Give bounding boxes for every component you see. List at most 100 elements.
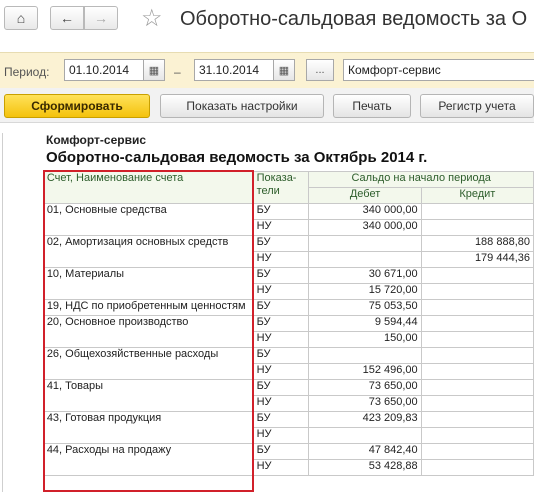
- indicator-cell[interactable]: НУ: [252, 251, 310, 268]
- calendar-icon: ▦: [148, 64, 160, 77]
- indicator-cell[interactable]: НУ: [252, 395, 310, 412]
- date-to-field[interactable]: 31.10.2014: [194, 59, 274, 81]
- report-table: Счет, Наименование счета Показа-тели Сал…: [0, 171, 534, 476]
- window-title: Оборотно-сальдовая ведомость за О: [180, 8, 528, 30]
- debit-cell[interactable]: 75 053,50: [308, 299, 422, 316]
- forward-button[interactable]: →: [84, 6, 118, 30]
- credit-cell[interactable]: [420, 427, 534, 444]
- table-row[interactable]: 26, Общехозяйственные расходы БУ: [0, 347, 534, 380]
- account-cell[interactable]: 44, Расходы на продажу: [42, 443, 254, 476]
- indicator-cell[interactable]: НУ: [252, 331, 310, 348]
- credit-cell[interactable]: 179 444,36: [420, 251, 534, 268]
- credit-cell[interactable]: [420, 299, 534, 316]
- debit-cell[interactable]: [308, 251, 422, 268]
- account-cell[interactable]: 43, Готовая продукция: [42, 411, 254, 444]
- generate-button[interactable]: Сформировать: [4, 94, 150, 118]
- show-settings-button[interactable]: Показать настройки: [160, 94, 324, 118]
- account-cell[interactable]: 26, Общехозяйственные расходы: [42, 347, 254, 380]
- debit-cell[interactable]: [308, 235, 422, 252]
- credit-cell[interactable]: [420, 219, 534, 236]
- credit-cell[interactable]: [420, 459, 534, 476]
- account-cell[interactable]: 19, НДС по приобретенным ценностям: [42, 299, 254, 316]
- indicator-cell[interactable]: БУ: [252, 315, 310, 332]
- table-row[interactable]: 44, Расходы на продажу БУ 47 842,40: [0, 443, 534, 476]
- home-icon: ⌂: [16, 10, 26, 26]
- credit-cell[interactable]: [420, 347, 534, 364]
- period-select-button[interactable]: ...: [306, 59, 334, 81]
- account-register-button[interactable]: Регистр учета: [420, 94, 534, 118]
- debit-cell[interactable]: 73 650,00: [308, 395, 422, 412]
- account-cell[interactable]: 02, Амортизация основных средств: [42, 235, 254, 268]
- credit-cell[interactable]: [420, 315, 534, 332]
- debit-cell[interactable]: 15 720,00: [308, 283, 422, 300]
- header-debit: Дебет: [308, 187, 422, 204]
- header-account: Счет, Наименование счета: [42, 171, 254, 204]
- account-cell[interactable]: 20, Основное производство: [42, 315, 254, 348]
- indicator-cell[interactable]: БУ: [252, 443, 310, 460]
- account-cell[interactable]: 41, Товары: [42, 379, 254, 412]
- debit-cell[interactable]: 340 000,00: [308, 219, 422, 236]
- indicator-cell[interactable]: БУ: [252, 347, 310, 364]
- credit-cell[interactable]: 188 888,80: [420, 235, 534, 252]
- organization-field[interactable]: Комфорт-сервис: [343, 59, 534, 81]
- date-from-field[interactable]: 01.10.2014: [64, 59, 144, 81]
- debit-cell[interactable]: 423 209,83: [308, 411, 422, 428]
- indicator-cell[interactable]: НУ: [252, 283, 310, 300]
- credit-cell[interactable]: [420, 331, 534, 348]
- indicator-cell[interactable]: НУ: [252, 363, 310, 380]
- indicator-cell[interactable]: БУ: [252, 411, 310, 428]
- indicator-cell[interactable]: БУ: [252, 235, 310, 252]
- debit-cell[interactable]: 47 842,40: [308, 443, 422, 460]
- header-credit: Кредит: [420, 187, 534, 204]
- favorite-star-icon[interactable]: ☆: [141, 4, 163, 33]
- table-row[interactable]: 43, Готовая продукция БУ 423 209,83: [0, 411, 534, 444]
- home-button[interactable]: ⌂: [4, 6, 38, 30]
- table-row[interactable]: 10, Материалы БУ 30 671,00: [0, 267, 534, 300]
- indicator-cell[interactable]: БУ: [252, 203, 310, 220]
- period-dash: –: [174, 65, 181, 79]
- debit-cell[interactable]: 9 594,44: [308, 315, 422, 332]
- debit-cell[interactable]: 152 496,00: [308, 363, 422, 380]
- table-row[interactable]: 02, Амортизация основных средств БУ 188 88…: [0, 235, 534, 268]
- report-organization: Комфорт-сервис: [46, 133, 147, 147]
- toolbar: Сформировать Показать настройки Печать Р…: [0, 88, 534, 123]
- debit-cell[interactable]: 53 428,88: [308, 459, 422, 476]
- credit-cell[interactable]: [420, 443, 534, 460]
- indicator-cell[interactable]: НУ: [252, 459, 310, 476]
- account-cell[interactable]: 10, Материалы: [42, 267, 254, 300]
- print-button[interactable]: Печать: [333, 94, 411, 118]
- back-arrow-icon: ←: [60, 10, 74, 26]
- table-row[interactable]: 01, Основные средства БУ 340 000,00: [0, 203, 534, 236]
- credit-cell[interactable]: [420, 379, 534, 396]
- debit-cell[interactable]: 150,00: [308, 331, 422, 348]
- debit-cell[interactable]: [308, 347, 422, 364]
- indicator-cell[interactable]: НУ: [252, 219, 310, 236]
- indicator-cell[interactable]: БУ: [252, 267, 310, 284]
- debit-cell[interactable]: 73 650,00: [308, 379, 422, 396]
- indicator-cell[interactable]: БУ: [252, 379, 310, 396]
- credit-cell[interactable]: [420, 267, 534, 284]
- credit-cell[interactable]: [420, 411, 534, 428]
- title-bar: ⌂ ← → ☆ Оборотно-сальдовая ведомость за …: [0, 0, 534, 44]
- header-opening-balance: Сальдо на начало периода: [308, 171, 534, 188]
- account-cell[interactable]: 01, Основные средства: [42, 203, 254, 236]
- table-row[interactable]: 41, Товары БУ 73 650,00: [0, 379, 534, 412]
- debit-cell[interactable]: 340 000,00: [308, 203, 422, 220]
- table-row[interactable]: 20, Основное производство БУ 9 594,44: [0, 315, 534, 348]
- indicator-cell[interactable]: БУ: [252, 299, 310, 316]
- debit-cell[interactable]: 30 671,00: [308, 267, 422, 284]
- date-to-calendar-button[interactable]: ▦: [273, 59, 295, 81]
- indicator-cell[interactable]: НУ: [252, 427, 310, 444]
- date-from-calendar-button[interactable]: ▦: [143, 59, 165, 81]
- table-row[interactable]: 19, НДС по приобретенным ценностям БУ 75 0…: [0, 299, 534, 316]
- period-label: Период:: [4, 65, 50, 79]
- back-button[interactable]: ←: [50, 6, 84, 30]
- credit-cell[interactable]: [420, 363, 534, 380]
- debit-cell[interactable]: [308, 427, 422, 444]
- credit-cell[interactable]: [420, 203, 534, 220]
- credit-cell[interactable]: [420, 283, 534, 300]
- calendar-icon: ▦: [278, 64, 290, 77]
- credit-cell[interactable]: [420, 395, 534, 412]
- forward-arrow-icon: →: [94, 10, 108, 26]
- left-grid-line: [2, 133, 3, 492]
